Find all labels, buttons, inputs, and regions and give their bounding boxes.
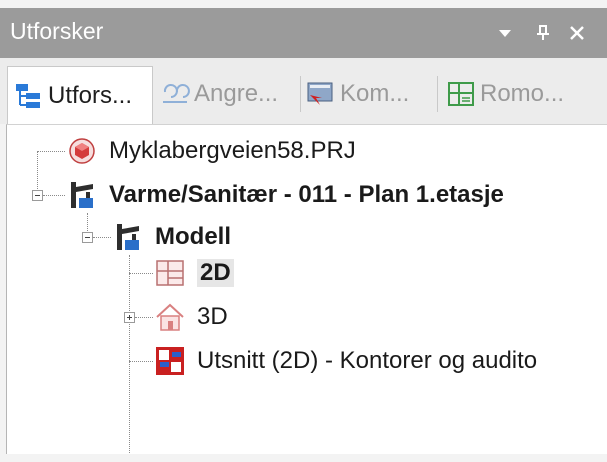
view-cutout-icon xyxy=(153,344,187,378)
pin-icon[interactable] xyxy=(528,8,558,58)
house-3d-icon xyxy=(153,300,187,334)
chevron-down-icon[interactable] xyxy=(490,8,520,58)
faucet-icon xyxy=(111,220,145,254)
tree-node-model[interactable]: Modell xyxy=(111,220,231,254)
project-icon xyxy=(65,134,99,168)
tab-separator xyxy=(300,76,301,112)
tab-explorer-label: Utfors... xyxy=(48,81,133,109)
tree-connector xyxy=(129,255,130,454)
tree-node-2d[interactable]: 2D xyxy=(153,256,234,290)
tree-node-label: 2D xyxy=(197,259,234,287)
tree-node-view-cutout[interactable]: Utsnitt (2D) - Kontorer og audito xyxy=(153,344,537,378)
explorer-tree: Myklabergveien58.PRJ Varme/Sanitær - 011… xyxy=(6,124,607,454)
expand-toggle[interactable] xyxy=(124,312,135,323)
floorplan-2d-icon xyxy=(153,256,187,290)
room-overview-icon xyxy=(446,79,476,109)
tab-separator xyxy=(437,76,438,112)
faucet-icon xyxy=(65,178,99,212)
panel-titlebar: Utforsker xyxy=(0,8,607,58)
close-icon[interactable] xyxy=(562,8,592,58)
tab-components-label: Kom... xyxy=(340,80,410,107)
tree-node-label: Varme/Sanitær - 011 - Plan 1.etasje xyxy=(109,181,504,208)
tree-connector xyxy=(129,273,153,274)
collapse-toggle[interactable] xyxy=(32,190,43,201)
explorer-panel: Utforsker Utfors... Angre... Kom... Romo… xyxy=(0,0,607,462)
tab-rooms[interactable]: Romo... xyxy=(446,68,564,120)
tree-connector xyxy=(93,237,111,238)
tab-undo[interactable]: Angre... xyxy=(160,68,278,120)
component-icon xyxy=(306,79,336,109)
tab-rooms-label: Romo... xyxy=(480,80,565,107)
tree-connector xyxy=(43,195,65,196)
tab-components[interactable]: Kom... xyxy=(306,68,409,120)
tree-node-label: 3D xyxy=(197,303,228,330)
tree-connector xyxy=(129,361,153,362)
tab-strip: Utfors... Angre... Kom... Romo... xyxy=(0,58,607,124)
undo-history-icon xyxy=(160,79,190,109)
explorer-tree-icon xyxy=(14,81,44,111)
panel-title: Utforsker xyxy=(10,18,104,44)
tree-node-label: Utsnitt (2D) - Kontorer og audito xyxy=(197,347,538,374)
tab-explorer[interactable]: Utfors... xyxy=(7,66,153,124)
tree-node-label: Myklabergveien58.PRJ xyxy=(109,137,356,164)
tree-node-3d[interactable]: 3D xyxy=(153,300,228,334)
tab-undo-label: Angre... xyxy=(194,80,279,107)
tree-connector xyxy=(37,151,65,152)
tree-node-project[interactable]: Myklabergveien58.PRJ xyxy=(65,134,356,168)
collapse-toggle[interactable] xyxy=(82,232,93,243)
tree-node-discipline[interactable]: Varme/Sanitær - 011 - Plan 1.etasje xyxy=(65,178,504,212)
tree-node-label: Modell xyxy=(155,223,231,250)
tree-connector xyxy=(135,317,153,318)
tree-connector xyxy=(37,151,38,195)
